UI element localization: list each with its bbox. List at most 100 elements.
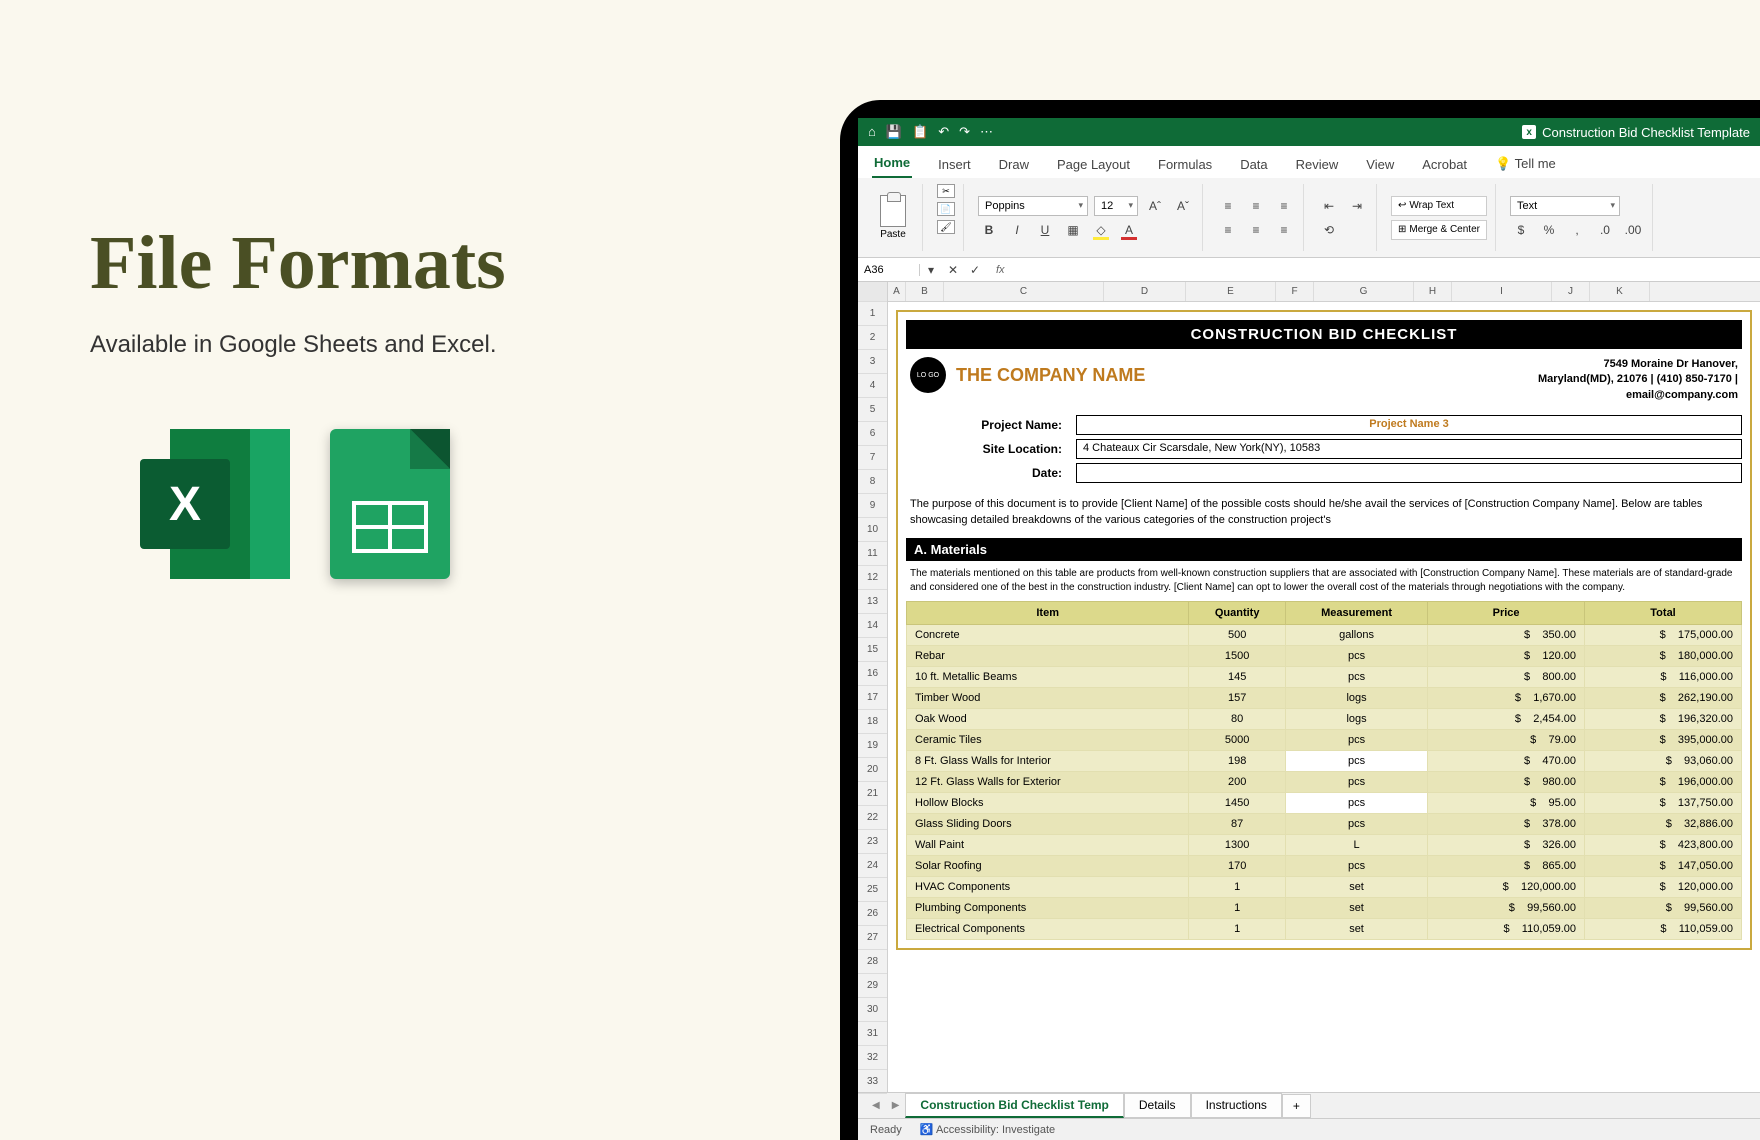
row-header[interactable]: 22: [858, 806, 887, 830]
table-row[interactable]: Rebar1500pcs$ 120.00$ 180,000.00: [907, 645, 1742, 666]
underline-button[interactable]: U: [1034, 220, 1056, 240]
titlebar-icon[interactable]: ⋯: [980, 124, 993, 140]
row-header[interactable]: 29: [858, 974, 887, 998]
decrease-font-icon[interactable]: Aˇ: [1172, 196, 1194, 216]
row-header[interactable]: 17: [858, 686, 887, 710]
wrap-text-button[interactable]: ↩Wrap Text: [1391, 196, 1487, 216]
row-header[interactable]: 9: [858, 494, 887, 518]
row-header[interactable]: 11: [858, 542, 887, 566]
align-right-icon[interactable]: ≡: [1273, 220, 1295, 240]
tab-data[interactable]: Data: [1238, 151, 1269, 178]
row-header[interactable]: 4: [858, 374, 887, 398]
tab-acrobat[interactable]: Acrobat: [1420, 151, 1469, 178]
italic-button[interactable]: I: [1006, 220, 1028, 240]
row-header[interactable]: 33: [858, 1070, 887, 1094]
sheet-tab[interactable]: Details: [1124, 1093, 1191, 1118]
col-header[interactable]: J: [1552, 282, 1590, 301]
row-header[interactable]: 7: [858, 446, 887, 470]
font-color-button[interactable]: A: [1118, 220, 1140, 240]
table-row[interactable]: Timber Wood157logs$ 1,670.00$ 262,190.00: [907, 687, 1742, 708]
tab-view[interactable]: View: [1364, 151, 1396, 178]
table-row[interactable]: 12 Ft. Glass Walls for Exterior200pcs$ 9…: [907, 771, 1742, 792]
sheet-tab[interactable]: Instructions: [1191, 1093, 1282, 1118]
tab-page-layout[interactable]: Page Layout: [1055, 151, 1132, 178]
row-header[interactable]: 26: [858, 902, 887, 926]
tab-review[interactable]: Review: [1294, 151, 1341, 178]
col-header[interactable]: B: [906, 282, 944, 301]
titlebar-icon[interactable]: 💾: [886, 124, 902, 140]
table-row[interactable]: Ceramic Tiles5000pcs$ 79.00$ 395,000.00: [907, 729, 1742, 750]
add-sheet-button[interactable]: +: [1282, 1094, 1311, 1118]
tab-draw[interactable]: Draw: [997, 151, 1031, 178]
bold-button[interactable]: B: [978, 220, 1000, 240]
row-header[interactable]: 21: [858, 782, 887, 806]
align-center-icon[interactable]: ≡: [1245, 220, 1267, 240]
titlebar-icon[interactable]: 📋: [912, 124, 928, 140]
col-header[interactable]: E: [1186, 282, 1276, 301]
paste-button[interactable]: Paste: [872, 189, 914, 247]
table-row[interactable]: Oak Wood80logs$ 2,454.00$ 196,320.00: [907, 708, 1742, 729]
sheet-tab[interactable]: Construction Bid Checklist Temp: [905, 1093, 1123, 1118]
align-left-icon[interactable]: ≡: [1217, 220, 1239, 240]
col-header[interactable]: F: [1276, 282, 1314, 301]
name-box[interactable]: A36: [858, 264, 920, 276]
next-sheet-icon[interactable]: ▶: [886, 1100, 906, 1111]
row-header[interactable]: 31: [858, 1022, 887, 1046]
row-header[interactable]: 23: [858, 830, 887, 854]
col-header[interactable]: H: [1414, 282, 1452, 301]
orientation-icon[interactable]: ⟲: [1318, 220, 1340, 240]
row-header[interactable]: 6: [858, 422, 887, 446]
increase-font-icon[interactable]: Aˆ: [1144, 196, 1166, 216]
row-header[interactable]: 27: [858, 926, 887, 950]
table-row[interactable]: 10 ft. Metallic Beams145pcs$ 800.00$ 116…: [907, 666, 1742, 687]
col-header[interactable]: K: [1590, 282, 1650, 301]
row-header[interactable]: 13: [858, 590, 887, 614]
table-row[interactable]: HVAC Components1set$ 120,000.00$ 120,000…: [907, 876, 1742, 897]
tab-tell-me[interactable]: 💡 Tell me: [1493, 150, 1558, 178]
titlebar-icon[interactable]: ⌂: [868, 124, 876, 140]
increase-decimal-icon[interactable]: .0: [1594, 220, 1616, 240]
row-header[interactable]: 14: [858, 614, 887, 638]
titlebar-icon[interactable]: ↶: [938, 124, 949, 140]
merge-center-button[interactable]: ⊞Merge & Center: [1391, 220, 1487, 240]
number-format-select[interactable]: Text: [1510, 196, 1620, 216]
row-header[interactable]: 25: [858, 878, 887, 902]
col-header[interactable]: G: [1314, 282, 1414, 301]
row-header[interactable]: 20: [858, 758, 887, 782]
row-header[interactable]: 12: [858, 566, 887, 590]
align-middle-icon[interactable]: ≡: [1245, 196, 1267, 216]
decrease-indent-icon[interactable]: ⇤: [1318, 196, 1340, 216]
fx-dropdown-icon[interactable]: ▾: [920, 260, 942, 280]
row-header[interactable]: 8: [858, 470, 887, 494]
titlebar-icon[interactable]: ↷: [959, 124, 970, 140]
row-header[interactable]: 28: [858, 950, 887, 974]
row-header[interactable]: 30: [858, 998, 887, 1022]
row-header[interactable]: 24: [858, 854, 887, 878]
align-top-icon[interactable]: ≡: [1217, 196, 1239, 216]
row-header[interactable]: 2: [858, 326, 887, 350]
prev-sheet-icon[interactable]: ◀: [866, 1100, 886, 1111]
align-bottom-icon[interactable]: ≡: [1273, 196, 1295, 216]
table-row[interactable]: Glass Sliding Doors87pcs$ 378.00$ 32,886…: [907, 813, 1742, 834]
project-name-value[interactable]: Project Name 3: [1076, 415, 1742, 435]
col-header[interactable]: C: [944, 282, 1104, 301]
table-row[interactable]: Concrete500gallons$ 350.00$ 175,000.00: [907, 624, 1742, 645]
col-header[interactable]: A: [888, 282, 906, 301]
row-header[interactable]: 18: [858, 710, 887, 734]
cancel-icon[interactable]: ✕: [942, 260, 964, 280]
site-location-value[interactable]: 4 Chateaux Cir Scarsdale, New York(NY), …: [1076, 439, 1742, 459]
tab-insert[interactable]: Insert: [936, 151, 973, 178]
tab-formulas[interactable]: Formulas: [1156, 151, 1214, 178]
currency-icon[interactable]: $: [1510, 220, 1532, 240]
format-painter-icon[interactable]: 🖌: [937, 220, 955, 234]
table-row[interactable]: Hollow Blocks1450pcs$ 95.00$ 137,750.00: [907, 792, 1742, 813]
row-header[interactable]: 5: [858, 398, 887, 422]
table-row[interactable]: Electrical Components1set$ 110,059.00$ 1…: [907, 918, 1742, 939]
table-row[interactable]: Plumbing Components1set$ 99,560.00$ 99,5…: [907, 897, 1742, 918]
row-header[interactable]: 15: [858, 638, 887, 662]
table-row[interactable]: Solar Roofing170pcs$ 865.00$ 147,050.00: [907, 855, 1742, 876]
fill-color-button[interactable]: ◇: [1090, 220, 1112, 240]
font-size-select[interactable]: 12: [1094, 196, 1138, 216]
increase-indent-icon[interactable]: ⇥: [1346, 196, 1368, 216]
table-row[interactable]: 8 Ft. Glass Walls for Interior198pcs$ 47…: [907, 750, 1742, 771]
